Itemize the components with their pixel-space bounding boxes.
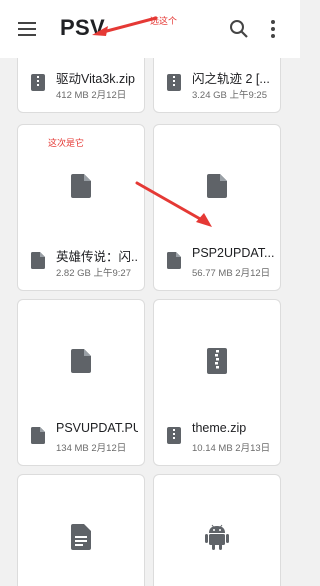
annotation-top-label: 选这个 — [150, 16, 178, 26]
annotation-arrow-card — [135, 181, 212, 227]
annotation-card-label: 这次是它 — [48, 138, 85, 148]
